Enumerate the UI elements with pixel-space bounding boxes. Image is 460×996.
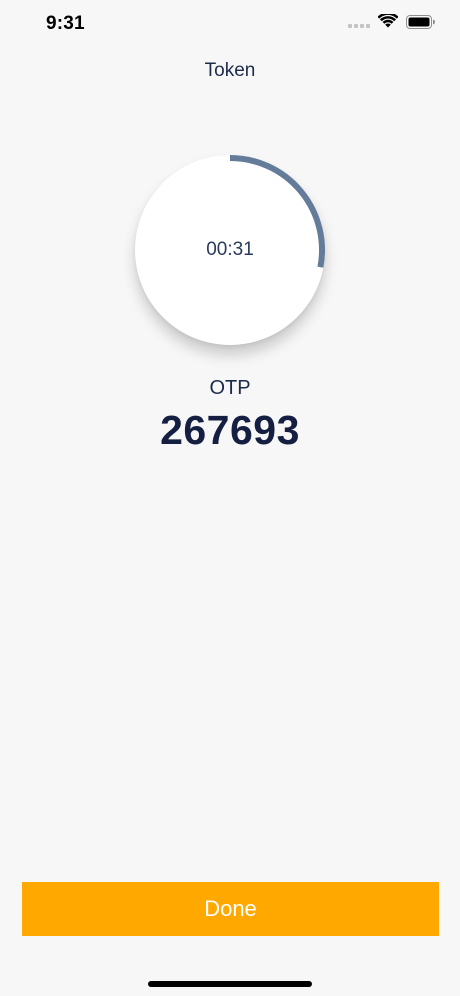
battery-icon [406, 14, 436, 29]
signal-icon [348, 16, 370, 28]
status-time: 9:31 [46, 13, 85, 34]
status-bar: 9:31 [0, 0, 460, 50]
otp-label: OTP [209, 377, 251, 399]
wifi-icon [378, 14, 398, 29]
countdown-timer: 00:31 [135, 155, 325, 345]
home-indicator [148, 981, 312, 987]
done-button[interactable]: Done [22, 882, 439, 936]
token-screen: 9:31 Token 00:31 OTP 267693 Done [0, 0, 460, 996]
status-icons [348, 14, 436, 29]
otp-code: 267693 [160, 407, 300, 453]
page-title: Token [204, 60, 256, 81]
countdown-time: 00:31 [206, 239, 254, 260]
